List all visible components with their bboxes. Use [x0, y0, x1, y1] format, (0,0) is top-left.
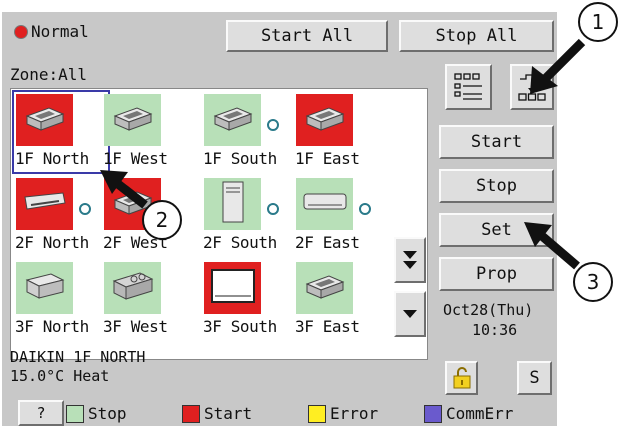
duct-unit-icon: [23, 270, 67, 306]
callout-2-label: 2: [155, 208, 169, 232]
s-button[interactable]: S: [517, 361, 552, 395]
scroll-down-button[interactable]: [394, 291, 426, 337]
unit-label: 3F South: [203, 317, 277, 336]
legend-error-swatch: [308, 405, 326, 423]
unit-tile-1f-west[interactable]: 1F West: [101, 91, 197, 173]
date-display: Oct28(Thu): [443, 301, 534, 319]
start-button[interactable]: Start: [439, 125, 554, 159]
legend-start-swatch: [182, 405, 200, 423]
s-label: S: [529, 368, 540, 388]
ceiling-cassette-icon: [303, 102, 347, 138]
filter-sign-icon: [79, 203, 91, 215]
unit-status-tile: [204, 262, 261, 314]
set-label: Set: [481, 220, 512, 240]
unit-label: 3F East: [295, 317, 360, 336]
selected-unit-temp-mode: 15.0°C Heat: [10, 367, 110, 385]
prop-label: Prop: [476, 264, 517, 284]
unit-status-tile: [204, 178, 261, 230]
legend-commerr-label: CommErr: [446, 404, 514, 423]
unit-status-tile: [16, 94, 73, 146]
zone-label: Zone:All: [10, 65, 88, 84]
unit-status-tile: [104, 94, 161, 146]
callout-1: 1: [578, 2, 618, 42]
set-button[interactable]: Set: [439, 213, 554, 247]
callout-2: 2: [142, 200, 182, 240]
start-label: Start: [470, 132, 523, 152]
down-arrow-icon: [403, 310, 417, 318]
legend-stop-swatch: [66, 405, 84, 423]
double-down-arrow-icon: [403, 251, 417, 269]
ceiling-suspended-icon: [23, 187, 67, 221]
controller-screen: Normal Start All Stop All Zone:All 1F No…: [2, 12, 557, 426]
unit-label: 2F North: [15, 233, 89, 252]
start-all-button[interactable]: Start All: [226, 20, 388, 52]
list-view-button[interactable]: [445, 64, 492, 110]
floor-concealed-icon: [209, 266, 257, 310]
ventilation-unit-icon: [110, 269, 156, 307]
callout-3-label: 3: [586, 270, 600, 294]
unit-tile-3f-west[interactable]: 3F West: [101, 259, 197, 341]
filter-sign-icon: [267, 119, 279, 131]
unit-grid-panel: 1F North 1F West 1F South 1F East 2F North 2F…: [10, 88, 428, 360]
unit-label: 3F North: [15, 317, 89, 336]
ceiling-cassette-icon: [23, 102, 67, 138]
filter-sign-icon: [267, 203, 279, 215]
scroll-to-end-button[interactable]: [394, 237, 426, 283]
layout-view-button[interactable]: [510, 64, 554, 110]
unit-status-tile: [296, 178, 353, 230]
unit-tile-1f-south[interactable]: 1F South: [201, 91, 297, 173]
stop-all-button[interactable]: Stop All: [399, 20, 554, 52]
unit-status-tile: [16, 178, 73, 230]
unit-status-tile: [296, 262, 353, 314]
callout-1-label: 1: [591, 10, 605, 34]
unit-tile-1f-east[interactable]: 1F East: [293, 91, 389, 173]
wall-mounted-icon: [302, 191, 348, 217]
selected-unit-name: DAIKIN 1F NORTH: [10, 348, 146, 366]
normal-status-indicator-icon: [14, 25, 28, 39]
unit-status-tile: [296, 94, 353, 146]
list-view-icon: [453, 73, 482, 100]
unit-status-tile: [104, 262, 161, 314]
unit-label: 1F South: [203, 149, 277, 168]
start-all-label: Start All: [260, 26, 354, 46]
legend-error-label: Error: [330, 404, 379, 423]
unlock-icon: [453, 367, 470, 389]
unit-status-tile: [16, 262, 73, 314]
unit-label: 3F West: [103, 317, 168, 336]
legend-stop-label: Stop: [88, 404, 127, 423]
unit-tile-3f-east[interactable]: 3F East: [293, 259, 389, 341]
lock-button[interactable]: [445, 361, 478, 395]
ceiling-cassette-icon: [303, 270, 347, 306]
ceiling-cassette-icon: [211, 102, 255, 138]
stop-all-label: Stop All: [435, 26, 518, 46]
stop-button[interactable]: Stop: [439, 169, 554, 203]
filter-sign-icon: [359, 203, 371, 215]
floor-standing-icon: [220, 180, 246, 228]
ceiling-cassette-icon: [111, 102, 155, 138]
layout-view-icon: [518, 74, 546, 101]
unit-label: 2F South: [203, 233, 277, 252]
status-label: Normal: [31, 22, 89, 41]
help-button[interactable]: ?: [18, 400, 64, 426]
unit-tile-1f-north[interactable]: 1F North: [12, 90, 110, 174]
unit-label: 2F East: [295, 233, 360, 252]
unit-tile-2f-north[interactable]: 2F North: [13, 175, 109, 257]
unit-tile-3f-south[interactable]: 3F South: [201, 259, 297, 341]
unit-status-tile: [204, 94, 261, 146]
legend-commerr-swatch: [424, 405, 442, 423]
stop-label: Stop: [476, 176, 517, 196]
unit-tile-2f-east[interactable]: 2F East: [293, 175, 389, 257]
time-display: 10:36: [472, 321, 518, 339]
unit-label: 1F North: [15, 149, 89, 168]
callout-3: 3: [573, 262, 613, 302]
legend-start-label: Start: [204, 404, 253, 423]
unit-label: 1F East: [295, 149, 360, 168]
unit-tile-3f-north[interactable]: 3F North: [13, 259, 109, 341]
prop-button[interactable]: Prop: [439, 257, 554, 291]
unit-tile-2f-south[interactable]: 2F South: [201, 175, 297, 257]
help-label: ?: [36, 404, 46, 422]
unit-label: 1F West: [103, 149, 168, 168]
